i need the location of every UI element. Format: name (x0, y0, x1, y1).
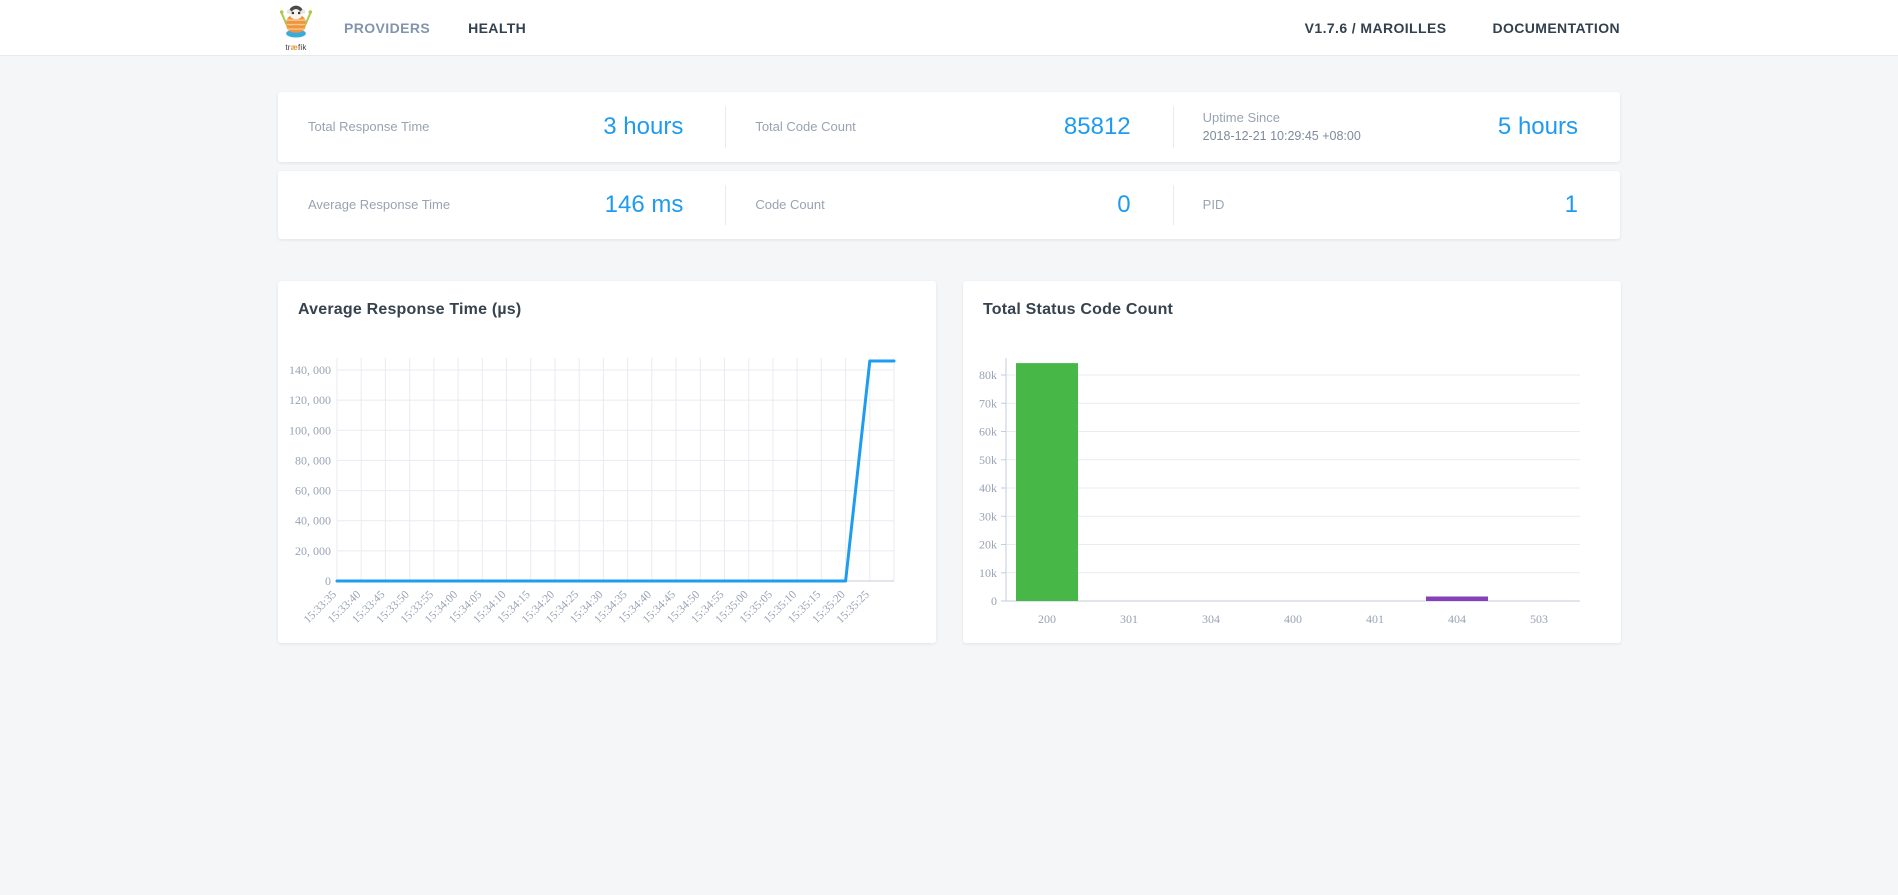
svg-text:70k: 70k (979, 396, 997, 410)
svg-text:200: 200 (1038, 612, 1056, 626)
svg-text:30k: 30k (979, 509, 997, 523)
stat-label: Uptime Since 2018-12-21 10:29:45 +08:00 (1202, 110, 1361, 143)
svg-text:40, 000: 40, 000 (295, 514, 331, 528)
health-page-content: Total Response Time 3 hours Total Code C… (278, 92, 1621, 643)
svg-text:400: 400 (1284, 612, 1302, 626)
stat-uptime-since: Uptime Since 2018-12-21 10:29:45 +08:00 … (1172, 92, 1620, 162)
stat-pid: PID 1 (1172, 171, 1620, 239)
top-navigation-bar: træfik PROVIDERS HEALTH V1.7.6 / MAROILL… (0, 0, 1898, 56)
stat-total-code-count: Total Code Count 85812 (725, 92, 1172, 162)
stat-total-response-time: Total Response Time 3 hours (278, 92, 725, 162)
svg-text:20, 000: 20, 000 (295, 544, 331, 558)
status-code-chart-card: Total Status Code Count 0 10k 20k 30k 40k 50k… (963, 281, 1621, 643)
stat-card-row-1: Total Response Time 3 hours Total Code C… (278, 92, 1620, 162)
svg-text:304: 304 (1202, 612, 1220, 626)
svg-text:0: 0 (991, 594, 997, 608)
topbar-inner: træfik PROVIDERS HEALTH V1.7.6 / MAROILL… (278, 0, 1620, 55)
uptime-timestamp: 2018-12-21 10:29:45 +08:00 (1202, 128, 1361, 143)
svg-text:60k: 60k (979, 425, 997, 439)
svg-text:100, 000: 100, 000 (289, 423, 331, 437)
nav-item-providers[interactable]: PROVIDERS (344, 20, 430, 36)
svg-text:40k: 40k (979, 481, 997, 495)
status-code-bar-chart: 0 10k 20k 30k 40k 50k 60k 70k 80k 200 301 304 400 401… (963, 281, 1621, 643)
svg-text:140, 000: 140, 000 (289, 363, 331, 377)
svg-text:503: 503 (1530, 612, 1548, 626)
stat-average-response-time: Average Response Time 146 ms (278, 171, 725, 239)
charts-row: Average Response Time (µs) 0 20, 000 40, 0… (278, 281, 1621, 643)
svg-text:401: 401 (1366, 612, 1384, 626)
svg-text:404: 404 (1448, 612, 1466, 626)
svg-text:120, 000: 120, 000 (289, 393, 331, 407)
svg-text:80k: 80k (979, 368, 997, 382)
stat-label: Average Response Time (308, 197, 451, 213)
stat-value: 3 hours (603, 113, 684, 140)
response-time-chart-card: Average Response Time (µs) 0 20, 000 40, 0… (278, 281, 936, 643)
traefik-mascot-icon (278, 4, 314, 43)
stat-label: Total Response Time (308, 119, 430, 135)
stat-value: 0 (1117, 191, 1131, 218)
stat-code-count: Code Count 0 (725, 171, 1172, 239)
svg-text:301: 301 (1120, 612, 1138, 626)
traefik-wordmark: træfik (285, 42, 307, 52)
main-nav: PROVIDERS HEALTH (344, 20, 526, 36)
version-link[interactable]: V1.7.6 / MAROILLES (1305, 20, 1447, 36)
svg-text:60, 000: 60, 000 (295, 484, 331, 498)
topbar-right: V1.7.6 / MAROILLES DOCUMENTATION (1305, 20, 1620, 36)
stat-card-row-2: Average Response Time 146 ms Code Count … (278, 171, 1620, 239)
svg-text:10k: 10k (979, 566, 997, 580)
stat-value: 146 ms (604, 191, 684, 218)
svg-text:80, 000: 80, 000 (295, 453, 331, 467)
nav-item-health[interactable]: HEALTH (468, 20, 526, 36)
stat-label: Total Code Count (755, 119, 856, 135)
stat-value: 1 (1564, 191, 1578, 218)
traefik-logo[interactable]: træfik (278, 4, 314, 52)
stat-label: Code Count (755, 197, 825, 213)
response-time-line-chart: 0 20, 000 40, 000 60, 000 80, 000 100, 000 120… (278, 281, 936, 643)
svg-text:50k: 50k (979, 453, 997, 467)
documentation-link[interactable]: DOCUMENTATION (1492, 20, 1620, 36)
stat-label: PID (1202, 197, 1225, 213)
stat-value: 5 hours (1497, 113, 1578, 140)
svg-text:0: 0 (325, 574, 331, 588)
stat-value: 85812 (1063, 113, 1131, 140)
svg-text:20k: 20k (979, 538, 997, 552)
